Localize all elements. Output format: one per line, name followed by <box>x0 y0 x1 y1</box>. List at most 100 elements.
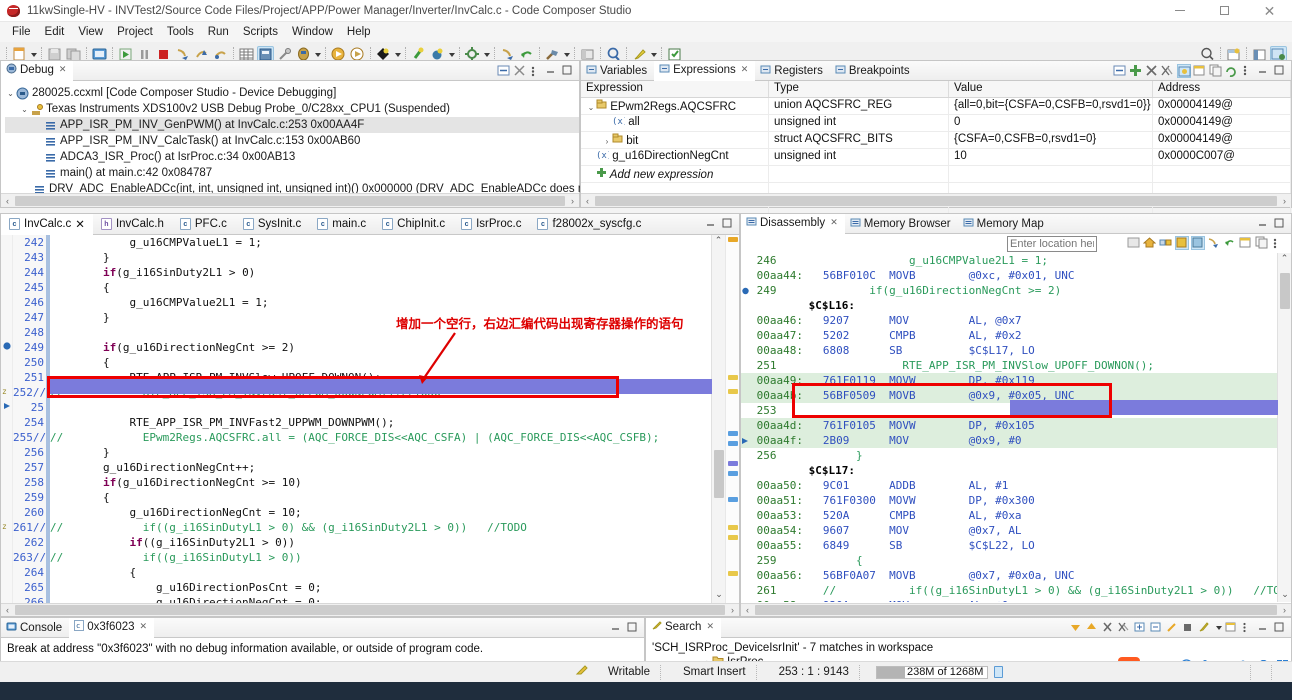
minimize-view-icon[interactable] <box>1257 621 1271 635</box>
expression-row[interactable]: (x) g_u16DirectionNegCntunsigned int100x… <box>581 149 1291 166</box>
next-match-icon[interactable] <box>1070 621 1084 635</box>
view-menu-icon[interactable] <box>529 64 543 78</box>
close-icon[interactable]: ✕ <box>706 621 714 632</box>
expand-arrow-icon[interactable]: › <box>602 137 612 146</box>
disassembly-gutter-marker[interactable] <box>741 254 750 267</box>
collapse-all-icon[interactable] <box>1150 621 1164 635</box>
view-menu-icon[interactable] <box>1241 621 1255 635</box>
disassembly-line[interactable]: 251 RTE_APP_ISR_PM_INVSlow_UPOFF_DOWNON(… <box>741 358 1277 373</box>
scroll-up-icon[interactable]: ⌃ <box>712 235 725 248</box>
code-line[interactable]: if(g_u16DirectionNegCnt >= 10) <box>50 475 711 490</box>
cell-value[interactable]: {all=0,bit={CSFA=0,CSFB=0,rsvd1=0}} <box>949 98 1153 114</box>
scroll-thumb[interactable] <box>15 195 565 206</box>
editor-tab-InvCalc-c[interactable]: c InvCalc.c ✕ <box>1 213 93 235</box>
disassembly-gutter-marker[interactable] <box>741 269 750 282</box>
scroll-up-icon[interactable]: ⌃ <box>1278 253 1291 266</box>
disassembly-gutter-marker[interactable] <box>741 374 750 387</box>
disassembly-gutter-marker[interactable] <box>741 449 750 462</box>
go-icon[interactable] <box>1127 236 1141 250</box>
code-line[interactable] <box>50 400 711 415</box>
code-line[interactable]: g_u16CMPValueL1 = 1; <box>50 235 711 250</box>
code-line[interactable]: // if((g_i16SinDutyL1 > 0) && (g_i16SinD… <box>50 520 711 535</box>
disassembly-line[interactable]: 00aa53: 520A CMPB AL, #0xa <box>741 508 1277 523</box>
code-line[interactable]: g_u16DirectionNegCnt = 10; <box>50 505 711 520</box>
disassembly-gutter-marker[interactable] <box>741 494 750 507</box>
step-icon[interactable] <box>1207 236 1221 250</box>
editor-marker-gutter[interactable]: z z <box>1 235 13 616</box>
tab-expressions[interactable]: Expressions ✕ <box>654 60 756 81</box>
scroll-left-icon[interactable]: ‹ <box>1 605 14 615</box>
close-button[interactable]: ✕ <box>1247 0 1292 22</box>
disassembly-line[interactable]: 00aa54: 9607 MOV @0x7, AL <box>741 523 1277 538</box>
menu-edit[interactable]: Edit <box>38 24 72 40</box>
minimize-view-icon[interactable] <box>705 217 719 231</box>
cell-value[interactable]: {CSFA=0,CSFB=0,rsvd1=0} <box>949 132 1153 148</box>
disassembly-gutter-marker[interactable] <box>741 524 750 537</box>
source-mode-icon[interactable] <box>1175 236 1189 250</box>
code-line[interactable]: { <box>50 490 711 505</box>
code-line[interactable]: if(g_i16SinDuty2L1 > 0) <box>50 265 711 280</box>
remove-icon[interactable] <box>1102 621 1116 635</box>
expression-row[interactable]: ⌄ EPwm2Regs.AQCSFRC union AQCSFRC_REG {all… <box>581 98 1291 115</box>
new-view-icon[interactable] <box>1193 64 1207 78</box>
home-icon[interactable] <box>1142 236 1157 250</box>
tab-search[interactable]: Search ✕ <box>646 617 721 638</box>
debug-stack-row[interactable]: ⌄ Texas Instruments XDS100v2 USB Debug Pr… <box>5 101 579 117</box>
stop-icon[interactable] <box>1182 621 1196 635</box>
menu-scripts[interactable]: Scripts <box>236 24 285 40</box>
disassembly-line[interactable]: 261 // if((g_i16SinDutyL1 > 0) && (g_i16… <box>741 583 1277 598</box>
disassembly-line[interactable]: 00aa47: 5202 CMPB AL, #0x2 <box>741 328 1277 343</box>
code-line[interactable]: g_u16CMPValue2L1 = 1; <box>50 295 711 310</box>
debug-hscrollbar[interactable]: ‹ › <box>1 193 579 207</box>
disassembly-line[interactable]: 256 } <box>741 448 1277 463</box>
prev-match-icon[interactable] <box>1086 621 1100 635</box>
scroll-left-icon[interactable]: ‹ <box>1 196 14 206</box>
tab-debug[interactable]: Debug ✕ <box>1 60 74 81</box>
maximize-view-icon[interactable] <box>1273 64 1287 78</box>
add-icon[interactable] <box>1129 64 1143 78</box>
disassembly-line[interactable]: 00aa44: 56BF010C MOVB @0xc, #0x01, UNC <box>741 268 1277 283</box>
collapse-all-icon[interactable] <box>497 64 511 78</box>
disassembly-gutter-marker[interactable] <box>741 314 750 327</box>
disassembly-gutter-marker[interactable] <box>741 284 750 297</box>
link-icon[interactable] <box>1159 236 1173 250</box>
maximize-button[interactable] <box>1202 0 1247 22</box>
history-icon[interactable] <box>1198 621 1212 635</box>
editor-tab-f28002x_syscfg-c[interactable]: c f28002x_syscfg.c <box>529 214 649 235</box>
code-line[interactable]: { <box>50 565 711 580</box>
menu-view[interactable]: View <box>71 24 110 40</box>
close-icon[interactable]: ✕ <box>75 217 85 231</box>
disassembly-hscrollbar[interactable]: ‹ › <box>741 603 1291 616</box>
pc-arrow-icon[interactable] <box>1 400 12 415</box>
minimize-button[interactable] <box>1157 0 1202 22</box>
debug-stack-row[interactable]: ADCA3_ISR_Proc() at IsrProc.c:34 0x00AB1… <box>5 149 579 165</box>
cell-value[interactable]: 0 <box>949 115 1153 131</box>
tab-memory-browser[interactable]: Memory Browser <box>845 214 958 234</box>
tab-breakpoints[interactable]: Breakpoints <box>830 61 917 81</box>
tab-memory-map[interactable]: Memory Map <box>958 214 1051 234</box>
code-line[interactable]: { <box>50 355 711 370</box>
scroll-left-icon[interactable]: ‹ <box>741 605 754 615</box>
disassembly-line[interactable]: 259 { <box>741 553 1277 568</box>
debug-stack-row[interactable]: APP_ISR_PM_INV_CalcTask() at InvCalc.c:1… <box>5 133 579 149</box>
collapse-all-icon[interactable] <box>1113 64 1127 78</box>
memory-monitor-cell[interactable]: 238M of 1268M <box>858 664 1013 680</box>
scroll-right-icon[interactable]: › <box>1278 196 1291 206</box>
tab-variables[interactable]: Variables <box>581 61 654 81</box>
disassembly-line[interactable]: 00aa56: 56BF0A07 MOVB @0x7, #0x0a, UNC <box>741 568 1277 583</box>
scroll-thumb[interactable] <box>1280 273 1290 309</box>
disassembly-line[interactable]: 00aa58: 920A MOV AL, @0xa <box>741 598 1277 602</box>
scroll-thumb[interactable] <box>714 450 724 498</box>
editor-tab-ChipInit-c[interactable]: c ChipInit.c <box>374 214 453 235</box>
disassembly-line[interactable]: 00aa55: 6849 SB $C$L22, LO <box>741 538 1277 553</box>
disassembly-gutter-marker[interactable] <box>741 329 750 342</box>
disassembly-line[interactable]: $C$L16: <box>741 298 1277 313</box>
scroll-right-icon[interactable]: › <box>726 605 739 615</box>
menu-help[interactable]: Help <box>340 24 378 40</box>
code-line[interactable]: g_u16DirectionNegCnt++; <box>50 460 711 475</box>
breakpoint-icon[interactable] <box>1 340 12 355</box>
menu-file[interactable]: File <box>5 24 38 40</box>
scroll-thumb[interactable] <box>15 605 725 615</box>
pin-icon[interactable] <box>1166 621 1180 635</box>
copy-icon[interactable] <box>1255 236 1269 250</box>
